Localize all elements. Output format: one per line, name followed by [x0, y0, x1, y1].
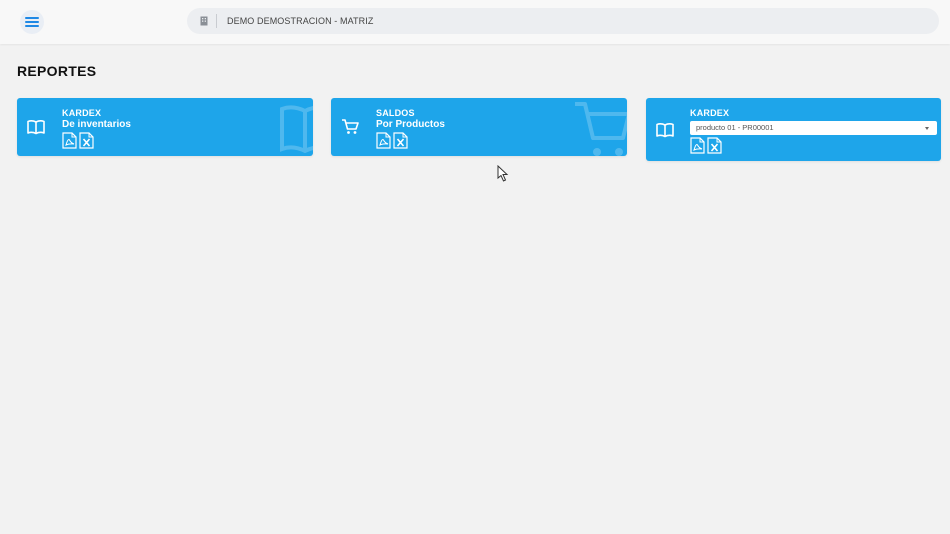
company-name: DEMO DEMOSTRACION - MATRIZ: [227, 16, 374, 26]
chevron-down-icon[interactable]: [925, 127, 929, 130]
card-title: SALDOS: [376, 108, 415, 118]
divider: [216, 14, 217, 28]
top-bar: DEMO DEMOSTRACION - MATRIZ: [0, 0, 950, 44]
shopping-cart-icon: [342, 119, 359, 134]
building-icon: [200, 16, 208, 26]
product-select-value: producto 01 - PR00001: [696, 123, 774, 132]
card-subtitle: De inventarios: [62, 119, 131, 130]
card-kardex-inventarios[interactable]: KARDEX De inventarios: [17, 98, 313, 156]
mouse-pointer-icon: [497, 165, 509, 182]
pdf-file-icon[interactable]: [376, 132, 391, 149]
cart-watermark-icon: [575, 102, 627, 156]
hamburger-menu-icon: [25, 17, 39, 27]
page-title: REPORTES: [17, 63, 97, 79]
pdf-file-icon[interactable]: [690, 137, 705, 154]
card-kardex-producto[interactable]: KARDEX producto 01 - PR00001: [646, 98, 941, 161]
card-title: KARDEX: [690, 108, 730, 118]
excel-file-icon[interactable]: [707, 137, 722, 154]
book-icon: [656, 123, 674, 138]
menu-button[interactable]: [20, 10, 44, 34]
company-selector[interactable]: DEMO DEMOSTRACION - MATRIZ: [187, 8, 939, 34]
book-watermark-icon: [280, 105, 313, 153]
excel-file-icon[interactable]: [393, 132, 408, 149]
product-select[interactable]: producto 01 - PR00001: [690, 121, 937, 135]
card-title: KARDEX: [62, 108, 102, 118]
card-saldos-productos[interactable]: SALDOS Por Productos: [331, 98, 627, 156]
pdf-file-icon[interactable]: [62, 132, 77, 149]
card-subtitle: Por Productos: [376, 119, 445, 130]
excel-file-icon[interactable]: [79, 132, 94, 149]
book-icon: [27, 120, 45, 135]
